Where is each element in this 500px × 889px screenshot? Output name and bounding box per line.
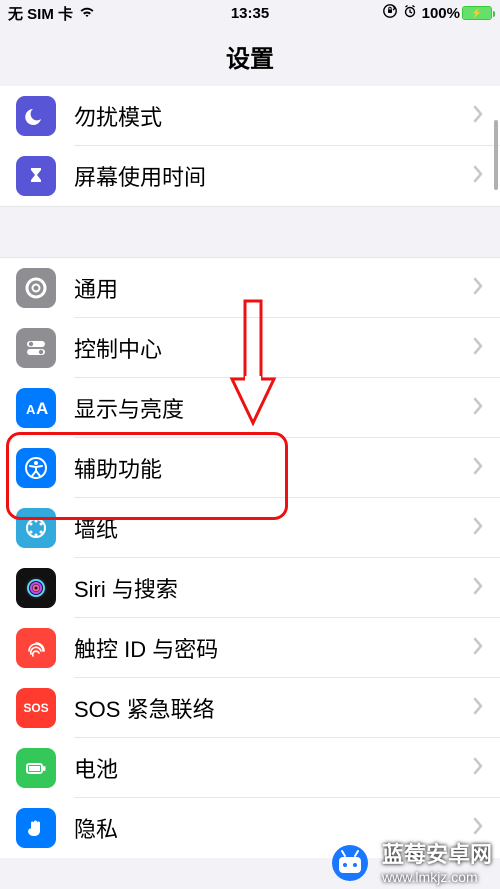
switches-icon xyxy=(16,328,56,368)
gear-icon xyxy=(16,268,56,308)
chevron-right-icon xyxy=(472,517,484,540)
settings-group-1: 勿扰模式 屏幕使用时间 xyxy=(0,86,500,207)
settings-group-2: 通用 控制中心 AA 显示与亮度 辅助功能 xyxy=(0,257,500,858)
watermark-title: 蓝莓安卓网 xyxy=(382,837,492,869)
alarm-icon xyxy=(403,4,417,22)
row-display-brightness[interactable]: AA 显示与亮度 xyxy=(0,378,500,438)
chevron-right-icon xyxy=(472,277,484,300)
fingerprint-icon xyxy=(16,628,56,668)
row-siri-search[interactable]: Siri 与搜索 xyxy=(0,558,500,618)
chevron-right-icon xyxy=(472,105,484,128)
status-right: 100% ⚡ xyxy=(382,3,492,23)
chevron-right-icon xyxy=(472,757,484,780)
battery-status: 100% ⚡ xyxy=(422,5,492,22)
svg-text:SOS: SOS xyxy=(23,701,48,715)
row-control-center[interactable]: 控制中心 xyxy=(0,318,500,378)
moon-icon xyxy=(16,96,56,136)
svg-text:A: A xyxy=(26,402,36,417)
row-label: 控制中心 xyxy=(74,332,472,364)
hourglass-icon xyxy=(16,156,56,196)
hand-icon xyxy=(16,808,56,848)
row-label: 勿扰模式 xyxy=(74,100,472,132)
chevron-right-icon xyxy=(472,397,484,420)
sos-icon: SOS xyxy=(16,688,56,728)
carrier-text: 无 SIM 卡 xyxy=(8,3,73,24)
row-screen-time[interactable]: 屏幕使用时间 xyxy=(0,146,500,206)
row-label: 电池 xyxy=(74,752,472,784)
settings-list[interactable]: 勿扰模式 屏幕使用时间 通用 xyxy=(0,86,500,889)
navbar: 设置 xyxy=(0,26,500,86)
row-label: 墙纸 xyxy=(74,512,472,544)
row-label: 显示与亮度 xyxy=(74,392,472,424)
row-label: Siri 与搜索 xyxy=(74,572,472,604)
row-wallpaper[interactable]: 墙纸 xyxy=(0,498,500,558)
battery-icon: ⚡ xyxy=(462,6,492,20)
battery-percent: 100% xyxy=(422,5,460,22)
row-sos[interactable]: SOS SOS 紧急联络 xyxy=(0,678,500,738)
watermark: 蓝莓安卓网 www.lmkjz.com xyxy=(326,837,492,885)
chevron-right-icon xyxy=(472,165,484,188)
row-general[interactable]: 通用 xyxy=(0,258,500,318)
textsize-icon: AA xyxy=(16,388,56,428)
status-bar: 无 SIM 卡 13:35 100% ⚡ xyxy=(0,0,500,26)
row-do-not-disturb[interactable]: 勿扰模式 xyxy=(0,86,500,146)
row-label: 触控 ID 与密码 xyxy=(74,632,472,664)
row-battery[interactable]: 电池 xyxy=(0,738,500,798)
status-left: 无 SIM 卡 xyxy=(8,3,95,24)
row-touchid-passcode[interactable]: 触控 ID 与密码 xyxy=(0,618,500,678)
watermark-logo-icon xyxy=(326,837,374,885)
row-accessibility[interactable]: 辅助功能 xyxy=(0,438,500,498)
chevron-right-icon xyxy=(472,337,484,360)
svg-text:A: A xyxy=(36,399,48,418)
row-label: 屏幕使用时间 xyxy=(74,160,472,192)
accessibility-icon xyxy=(16,448,56,488)
charging-icon: ⚡ xyxy=(471,9,482,18)
chevron-right-icon xyxy=(472,577,484,600)
wallpaper-icon xyxy=(16,508,56,548)
chevron-right-icon xyxy=(472,457,484,480)
chevron-right-icon xyxy=(472,637,484,660)
wifi-icon xyxy=(79,5,95,22)
page-title: 设置 xyxy=(226,39,274,74)
chevron-right-icon xyxy=(472,697,484,720)
watermark-url: www.lmkjz.com xyxy=(382,869,478,885)
battery-icon xyxy=(16,748,56,788)
siri-icon xyxy=(16,568,56,608)
row-label: 通用 xyxy=(74,272,472,304)
scroll-indicator xyxy=(494,120,498,190)
row-label: SOS 紧急联络 xyxy=(74,692,472,724)
row-label: 辅助功能 xyxy=(74,452,472,484)
rotation-lock-icon xyxy=(382,3,398,23)
